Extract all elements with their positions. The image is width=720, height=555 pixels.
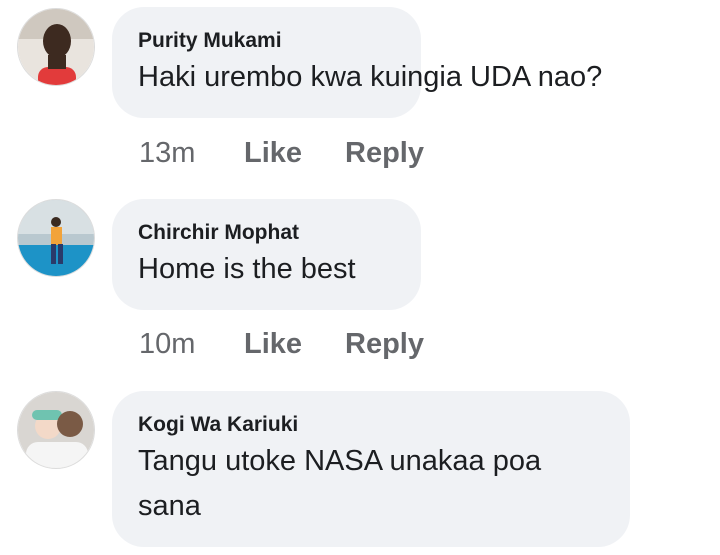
reply-button[interactable]: Reply <box>345 328 424 361</box>
comment-bubble: Chirchir Mophat Home is the best <box>112 199 421 310</box>
avatar-photo-icon <box>18 9 94 85</box>
comment-actions: 13m Like Reply <box>139 133 424 173</box>
avatar[interactable] <box>17 8 95 86</box>
comments-section: Purity Mukami Haki urembo kwa kuingia UD… <box>0 0 720 555</box>
comment-timestamp[interactable]: 10m <box>139 328 244 361</box>
comment-text: Home is the best <box>138 253 356 285</box>
comment-bubble: Purity Mukami Haki urembo kwa kuingia UD… <box>112 7 603 118</box>
comment-author[interactable]: Purity Mukami <box>138 29 395 53</box>
reply-button[interactable]: Reply <box>345 137 424 170</box>
comment-actions: 10m Like Reply <box>139 324 424 364</box>
comment-author[interactable]: Kogi Wa Kariuki <box>138 413 604 437</box>
comment-bubble: Kogi Wa Kariuki Tangu utoke NASA unakaa … <box>112 391 630 547</box>
comment-text: Haki urembo kwa kuingia UDA nao? <box>138 61 603 93</box>
avatar-photo-icon <box>18 392 94 468</box>
comment-author[interactable]: Chirchir Mophat <box>138 221 395 245</box>
comment-text: Tangu utoke NASA unakaa poa sana <box>138 445 542 522</box>
avatar-photo-icon <box>18 200 94 276</box>
like-button[interactable]: Like <box>244 328 345 361</box>
avatar[interactable] <box>17 391 95 469</box>
comment-timestamp[interactable]: 13m <box>139 137 244 170</box>
like-button[interactable]: Like <box>244 137 345 170</box>
avatar[interactable] <box>17 199 95 277</box>
